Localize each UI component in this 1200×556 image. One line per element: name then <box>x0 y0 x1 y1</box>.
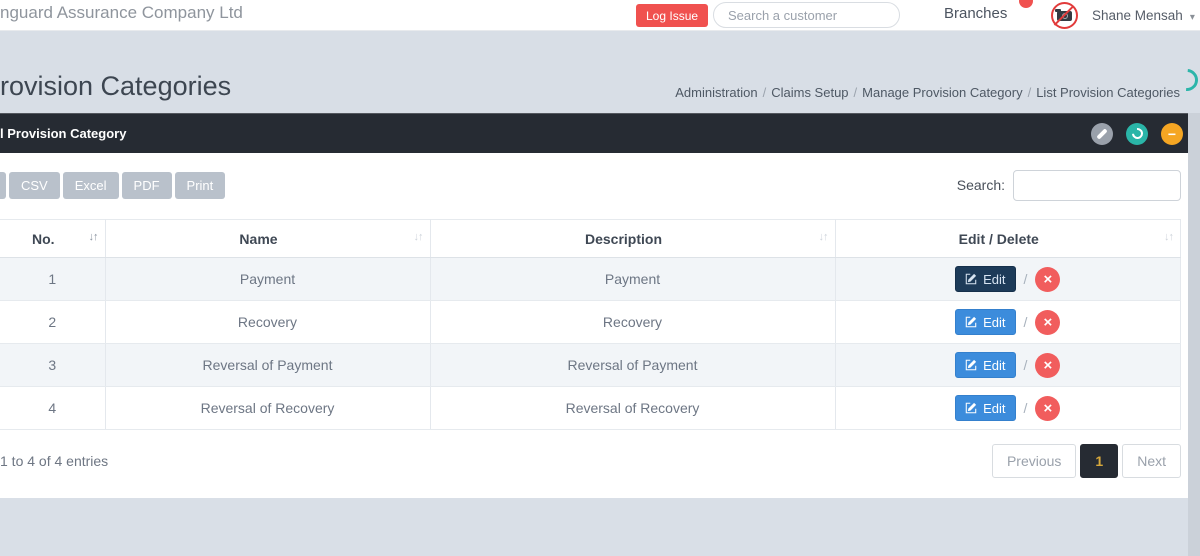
export-button-group: CSV Excel PDF Print <box>0 172 225 199</box>
column-header-edit-delete[interactable]: Edit / Delete↓↑ <box>835 220 1181 258</box>
cell-name: Recovery <box>105 301 430 344</box>
panel-settings-button[interactable] <box>1091 123 1113 145</box>
sort-icon: ↓↑ <box>819 231 828 243</box>
export-pdf-button[interactable]: PDF <box>122 172 172 199</box>
cell-actions: Edit / × <box>835 258 1181 301</box>
provision-category-panel: l Provision Category − CSV Excel PDF Pri… <box>0 113 1188 498</box>
sort-icon: ↓↑ <box>1164 231 1173 243</box>
export-excel-button[interactable]: Excel <box>63 172 119 199</box>
title-band: rovision Categories Administration/Claim… <box>0 31 1200 113</box>
edit-button[interactable]: Edit <box>955 309 1015 335</box>
breadcrumb-separator: / <box>758 85 772 100</box>
cell-no: 1 <box>0 258 105 301</box>
broken-avatar-image-icon[interactable] <box>1051 2 1078 29</box>
action-separator: / <box>1024 400 1028 416</box>
top-navbar: nguard Assurance Company Ltd Log Issue B… <box>0 0 1200 31</box>
cell-name: Reversal of Payment <box>105 344 430 387</box>
user-menu[interactable]: Shane Mensah ▾ <box>1092 8 1195 23</box>
edit-icon <box>965 273 977 285</box>
edit-icon <box>965 402 977 414</box>
wrench-icon <box>1096 128 1107 139</box>
cell-description: Payment <box>430 258 835 301</box>
refresh-icon <box>1129 126 1144 141</box>
customer-search-input[interactable] <box>713 2 900 28</box>
sort-icon: ↓↑ <box>414 231 423 243</box>
entries-info: 1 to 4 of 4 entries <box>0 453 108 469</box>
table-row: 2 Recovery Recovery Edit / × <box>0 301 1181 344</box>
notification-badge <box>1019 0 1033 8</box>
table-footer: 1 to 4 of 4 entries Previous 1 Next <box>0 444 1181 478</box>
delete-button[interactable]: × <box>1035 310 1060 335</box>
next-page-button[interactable]: Next <box>1122 444 1181 478</box>
close-icon: × <box>1044 314 1053 331</box>
column-header-name[interactable]: Name↓↑ <box>105 220 430 258</box>
action-separator: / <box>1024 271 1028 287</box>
page-number-button[interactable]: 1 <box>1080 444 1118 478</box>
table-row: 1 Payment Payment Edit / × <box>0 258 1181 301</box>
delete-button[interactable]: × <box>1035 396 1060 421</box>
company-name[interactable]: nguard Assurance Company Ltd <box>0 3 243 23</box>
action-separator: / <box>1024 357 1028 373</box>
cell-description: Recovery <box>430 301 835 344</box>
export-button-partial[interactable] <box>0 172 6 199</box>
log-issue-button[interactable]: Log Issue <box>636 4 708 27</box>
close-icon: × <box>1044 357 1053 374</box>
close-icon: × <box>1044 400 1053 417</box>
breadcrumb-separator: / <box>849 85 863 100</box>
panel-controls: − <box>1091 123 1188 145</box>
cell-actions: Edit / × <box>835 344 1181 387</box>
cell-actions: Edit / × <box>835 387 1181 430</box>
cell-no: 2 <box>0 301 105 344</box>
panel-title: l Provision Category <box>0 126 126 141</box>
branches-link[interactable]: Branches <box>944 5 1007 22</box>
breadcrumb-item-claims-setup[interactable]: Claims Setup <box>771 85 848 100</box>
cell-no: 4 <box>0 387 105 430</box>
caret-down-icon: ▾ <box>1190 12 1195 23</box>
panel-collapse-button[interactable]: − <box>1161 123 1183 145</box>
column-header-no[interactable]: No.↓↑ <box>0 220 105 258</box>
breadcrumb-item-list-provision-categories[interactable]: List Provision Categories <box>1036 85 1180 100</box>
provision-categories-table: No.↓↑ Name↓↑ Description↓↑ Edit / Delete… <box>0 219 1181 430</box>
screen: nguard Assurance Company Ltd Log Issue B… <box>0 0 1200 556</box>
edit-button[interactable]: Edit <box>955 266 1015 292</box>
table-search-label: Search: <box>957 177 1005 193</box>
table-row: 3 Reversal of Payment Reversal of Paymen… <box>0 344 1181 387</box>
panel-body: CSV Excel PDF Print Search: No.↓↑ Name↓↑ <box>0 153 1188 498</box>
previous-page-button[interactable]: Previous <box>992 444 1076 478</box>
cell-name: Reversal of Recovery <box>105 387 430 430</box>
action-separator: / <box>1024 314 1028 330</box>
minus-icon: − <box>1168 127 1176 141</box>
user-name: Shane Mensah <box>1092 8 1183 23</box>
sort-icon: ↓↑ <box>89 231 98 243</box>
panel-header: l Provision Category − <box>0 113 1188 153</box>
export-csv-button[interactable]: CSV <box>9 172 60 199</box>
breadcrumb-item-administration[interactable]: Administration <box>675 85 757 100</box>
panel-refresh-button[interactable] <box>1126 123 1148 145</box>
edit-button[interactable]: Edit <box>955 352 1015 378</box>
breadcrumb: Administration/Claims Setup/Manage Provi… <box>675 85 1180 100</box>
breadcrumb-item-manage-provision-category[interactable]: Manage Provision Category <box>862 85 1022 100</box>
cell-name: Payment <box>105 258 430 301</box>
edit-icon <box>965 359 977 371</box>
table-toolbar: CSV Excel PDF Print Search: <box>0 169 1181 201</box>
export-print-button[interactable]: Print <box>175 172 226 199</box>
table-search: Search: <box>957 170 1181 201</box>
table-search-input[interactable] <box>1013 170 1181 201</box>
breadcrumb-separator: / <box>1023 85 1037 100</box>
column-header-description[interactable]: Description↓↑ <box>430 220 835 258</box>
table-header-row: No.↓↑ Name↓↑ Description↓↑ Edit / Delete… <box>0 220 1181 258</box>
cell-actions: Edit / × <box>835 301 1181 344</box>
cell-description: Reversal of Recovery <box>430 387 835 430</box>
delete-button[interactable]: × <box>1035 353 1060 378</box>
vertical-scrollbar[interactable] <box>1188 113 1200 556</box>
edit-button[interactable]: Edit <box>955 395 1015 421</box>
page-title: rovision Categories <box>0 71 231 102</box>
edit-icon <box>965 316 977 328</box>
pagination: Previous 1 Next <box>992 444 1181 478</box>
cell-no: 3 <box>0 344 105 387</box>
delete-button[interactable]: × <box>1035 267 1060 292</box>
close-icon: × <box>1044 271 1053 288</box>
cell-description: Reversal of Payment <box>430 344 835 387</box>
table-row: 4 Reversal of Recovery Reversal of Recov… <box>0 387 1181 430</box>
